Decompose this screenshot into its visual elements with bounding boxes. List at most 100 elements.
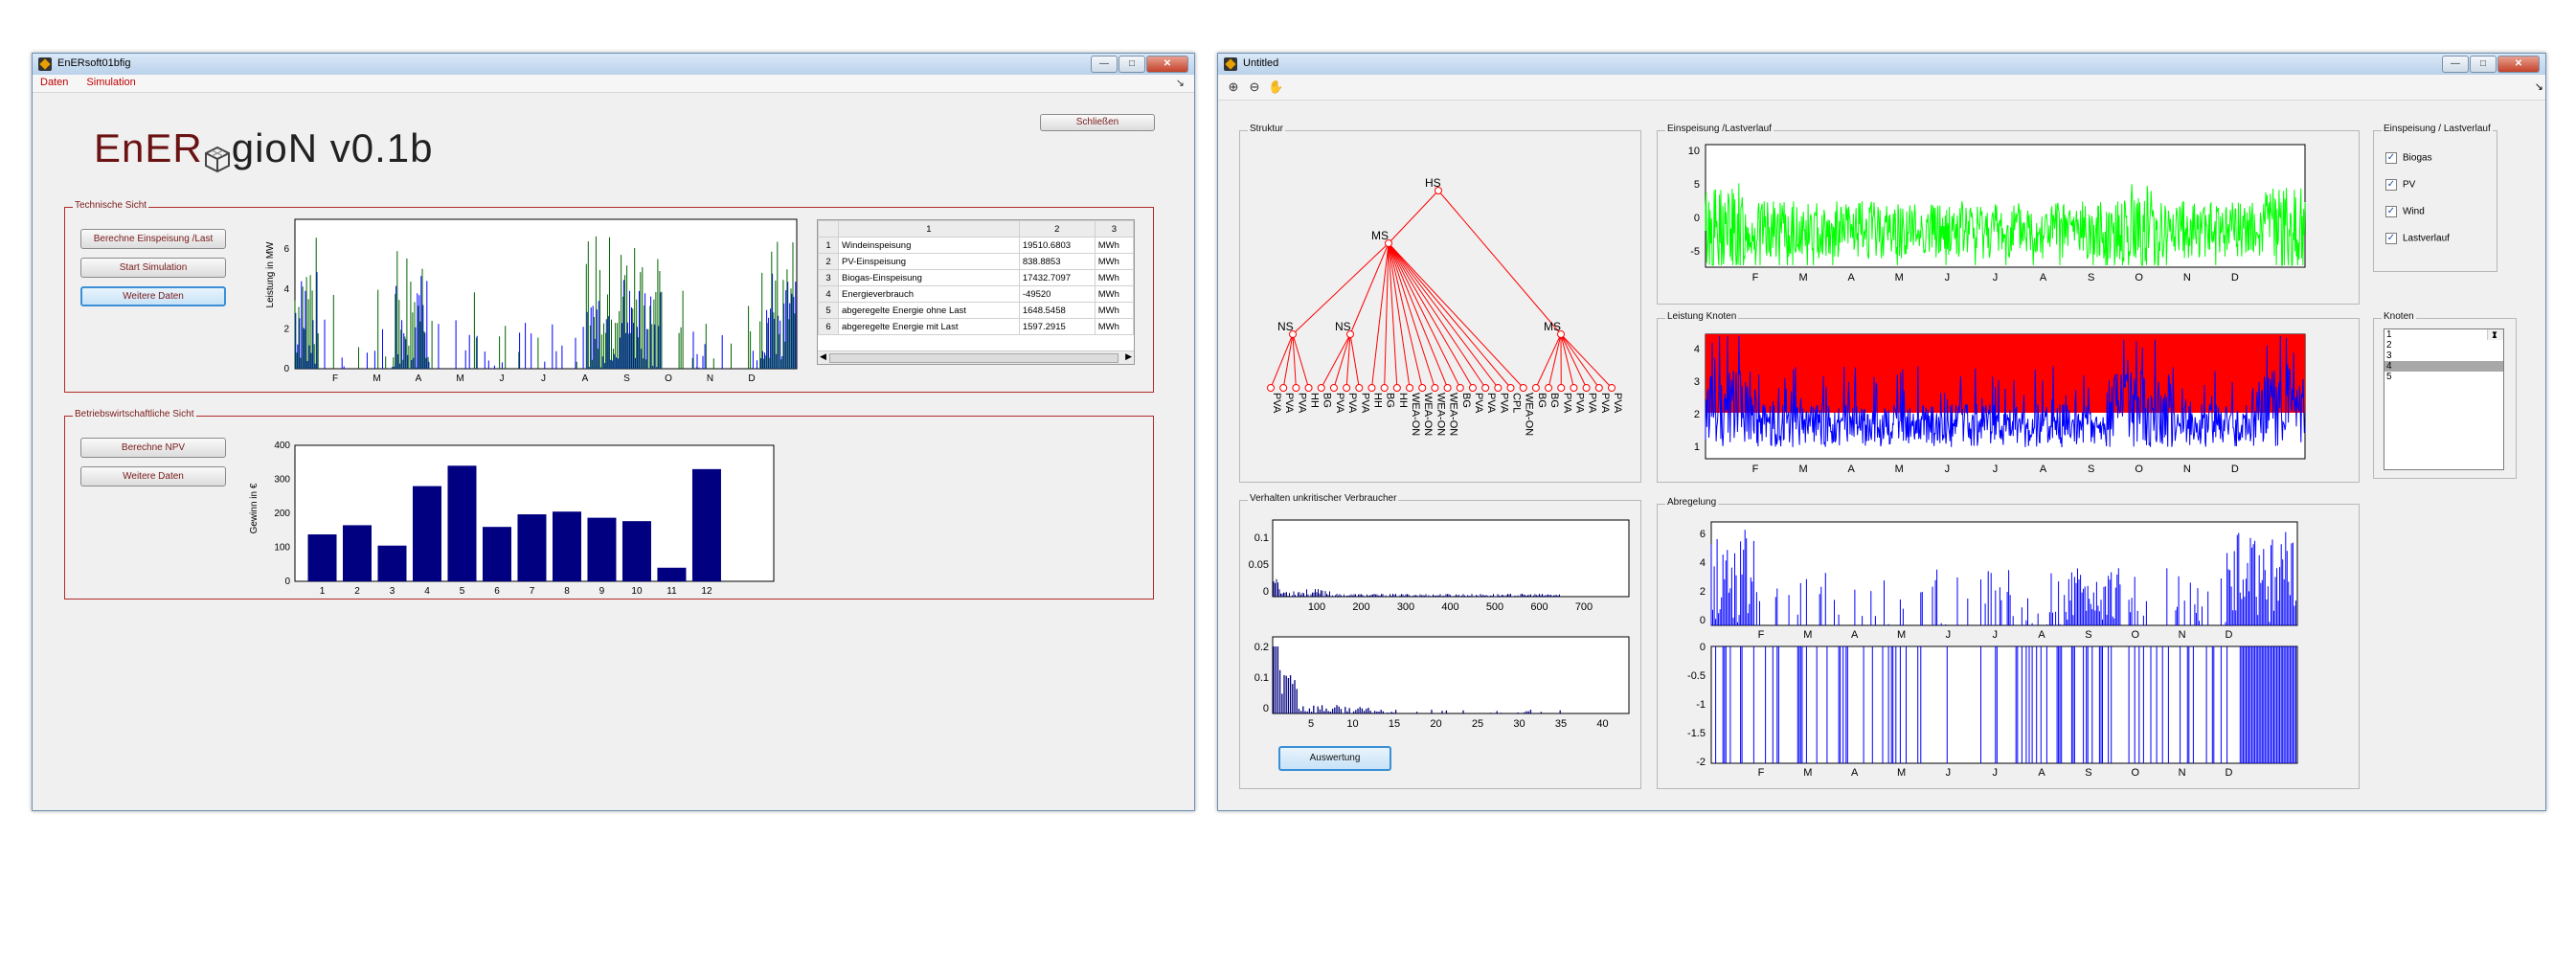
maximize-button[interactable]: □: [1119, 56, 1145, 73]
month-tick-label: J: [1992, 767, 1998, 779]
minimize-button[interactable]: —: [1091, 56, 1118, 73]
menu-daten[interactable]: Daten: [33, 75, 76, 90]
table-row[interactable]: 4 Energieverbrauch -49520 MWh: [818, 285, 1135, 303]
technical-view-panel: Technische Sicht Berechne Einspeisung /L…: [64, 200, 1154, 393]
zoom-in-icon[interactable]: ⊕: [1226, 79, 1241, 95]
y-tick-label: -5: [1690, 246, 1700, 258]
row-index-cell: 2: [818, 253, 839, 270]
maximize-button[interactable]: □: [2470, 56, 2497, 73]
berechne-npv-button[interactable]: Berechne NPV: [80, 438, 226, 458]
title-bar: Untitled — □ ✕: [1218, 54, 2545, 76]
bar: [621, 521, 651, 581]
node-label: MS: [1371, 229, 1389, 242]
node-label: MS: [1544, 320, 1561, 333]
list-item[interactable]: 5: [2384, 372, 2503, 382]
leaf-label: PVA: [1573, 393, 1585, 414]
checkbox-checked-icon[interactable]: ✓: [2385, 152, 2397, 164]
berechne-einspeisung-button[interactable]: Berechne Einspeisung /Last: [80, 229, 226, 249]
checkbox-wind[interactable]: ✓ Wind: [2385, 206, 2425, 217]
pan-icon[interactable]: ✋: [1268, 79, 1283, 95]
zoom-out-icon[interactable]: ⊖: [1247, 79, 1262, 95]
checkbox-biogas[interactable]: ✓ Biogas: [2385, 152, 2432, 164]
tree-edge: [1333, 333, 1351, 389]
month-tick-label: M: [1897, 629, 1906, 641]
leaf-label: PVA: [1485, 393, 1497, 414]
checkbox-pv[interactable]: ✓ PV: [2385, 179, 2415, 191]
tree-leaf-node: [1267, 384, 1275, 392]
table-cell: Energieverbrauch: [838, 285, 1020, 303]
x-tick-label: 12: [701, 586, 712, 595]
leaf-label: PVA: [1612, 393, 1623, 414]
tree-leaf-node: [1468, 384, 1477, 392]
month-tick-label: J: [1992, 629, 1998, 641]
tree-leaf-node: [1582, 384, 1591, 392]
month-tick-label: D: [2226, 767, 2233, 779]
leaf-label: PVA: [1271, 393, 1282, 414]
weitere-daten-npv-button[interactable]: Weitere Daten: [80, 466, 226, 486]
y-tick-label: 200: [274, 509, 290, 519]
table-row[interactable]: 3 Biogas-Einspeisung 17432.7097 MWh: [818, 269, 1135, 286]
table-header-2: 2: [1018, 220, 1096, 238]
leaf-label: PVA: [1346, 393, 1358, 414]
economic-view-panel: Betriebswirtschaftliche Sicht Berechne N…: [64, 409, 1154, 600]
y-tick-label: 4: [1694, 344, 1700, 355]
leaf-label: PVA: [1587, 393, 1598, 414]
table-cell: 1648.5458: [1018, 302, 1096, 319]
tree-leaf-node: [1380, 384, 1389, 392]
y-tick-label: 4: [1700, 557, 1706, 569]
table-row[interactable]: 5 abgeregelte Energie ohne Last 1648.5458 M…: [818, 302, 1135, 319]
list-item-selected[interactable]: 4: [2384, 361, 2503, 372]
month-tick-label: M: [1895, 272, 1904, 283]
title-bar: EnERsoft01bfig — □ ✕: [33, 54, 1194, 76]
menu-overflow-icon[interactable]: ↘: [1168, 75, 1192, 91]
menu-simulation[interactable]: Simulation: [79, 75, 143, 90]
logo-text-part1: EnER: [94, 125, 203, 170]
checkbox-checked-icon[interactable]: ✓: [2385, 206, 2397, 217]
table-horizontal-scrollbar[interactable]: ◀ ▶: [818, 351, 1134, 364]
row-index-cell: 1: [818, 237, 839, 254]
checkbox-lastverlauf[interactable]: ✓ Lastverlauf: [2385, 233, 2450, 244]
close-window-button[interactable]: ✕: [1146, 56, 1188, 73]
minimize-button[interactable]: —: [2442, 56, 2469, 73]
table-row[interactable]: 1 Windeinspeisung 19510.6803 MWh: [818, 237, 1135, 254]
list-item[interactable]: 2: [2384, 340, 2503, 351]
auswertung-button[interactable]: Auswertung: [1278, 746, 1391, 771]
month-tick-label: N: [2179, 767, 2186, 779]
weitere-daten-button[interactable]: Weitere Daten: [80, 286, 226, 306]
schliessen-button[interactable]: Schließen: [1040, 114, 1155, 131]
start-simulation-button[interactable]: Start Simulation: [80, 258, 226, 278]
checkbox-label: Lastverlauf: [2403, 233, 2450, 244]
tree-edge: [1388, 242, 1486, 389]
list-item[interactable]: 3: [2384, 351, 2503, 361]
table-row[interactable]: 2 PV-Einspeisung 838.8853 MWh: [818, 253, 1135, 270]
tree-leaf-node: [1506, 384, 1515, 392]
x-tick-label: 20: [1430, 718, 1441, 730]
month-tick-label: A: [582, 373, 589, 384]
node-label: NS: [1277, 320, 1294, 333]
panel-title: Einspeisung / Lastverlauf: [2382, 124, 2493, 134]
tree-leaf-node: [1531, 384, 1540, 392]
table-cell: MWh: [1094, 237, 1135, 254]
node-listbox[interactable]: 1 2 3 4 5 ▲ ▼: [2384, 328, 2504, 470]
checkbox-checked-icon[interactable]: ✓: [2385, 179, 2397, 191]
listbox-scrollbar[interactable]: ▲ ▼: [2487, 329, 2503, 340]
y-tick-label: 2: [283, 324, 289, 334]
checkbox-checked-icon[interactable]: ✓: [2385, 233, 2397, 244]
table-cell: MWh: [1094, 285, 1135, 303]
feed-in-chart: 10 5 0 -5 F M A M J J A S O N D: [1688, 144, 2306, 283]
panel-title: Technische Sicht: [73, 200, 149, 211]
list-item[interactable]: 1: [2384, 329, 2503, 340]
table-header-1: 1: [838, 220, 1020, 238]
close-window-button[interactable]: ✕: [2497, 56, 2540, 73]
tree-edge: [1321, 333, 1351, 389]
bar: [412, 486, 441, 581]
leaf-label: CPL: [1511, 393, 1523, 413]
month-tick-label: A: [1848, 272, 1856, 283]
table-row[interactable]: 6 abgeregelte Energie mit Last 1597.2915 MW…: [818, 318, 1135, 335]
leaf-label: WEA-ON: [1410, 393, 1421, 436]
month-tick-label: M: [1897, 767, 1906, 779]
y-tick-label: -2: [1696, 757, 1706, 768]
x-tick-label: 11: [667, 586, 677, 595]
toolbar-overflow-icon[interactable]: ↘: [2535, 80, 2543, 93]
tree-leaf-node: [1456, 384, 1464, 392]
